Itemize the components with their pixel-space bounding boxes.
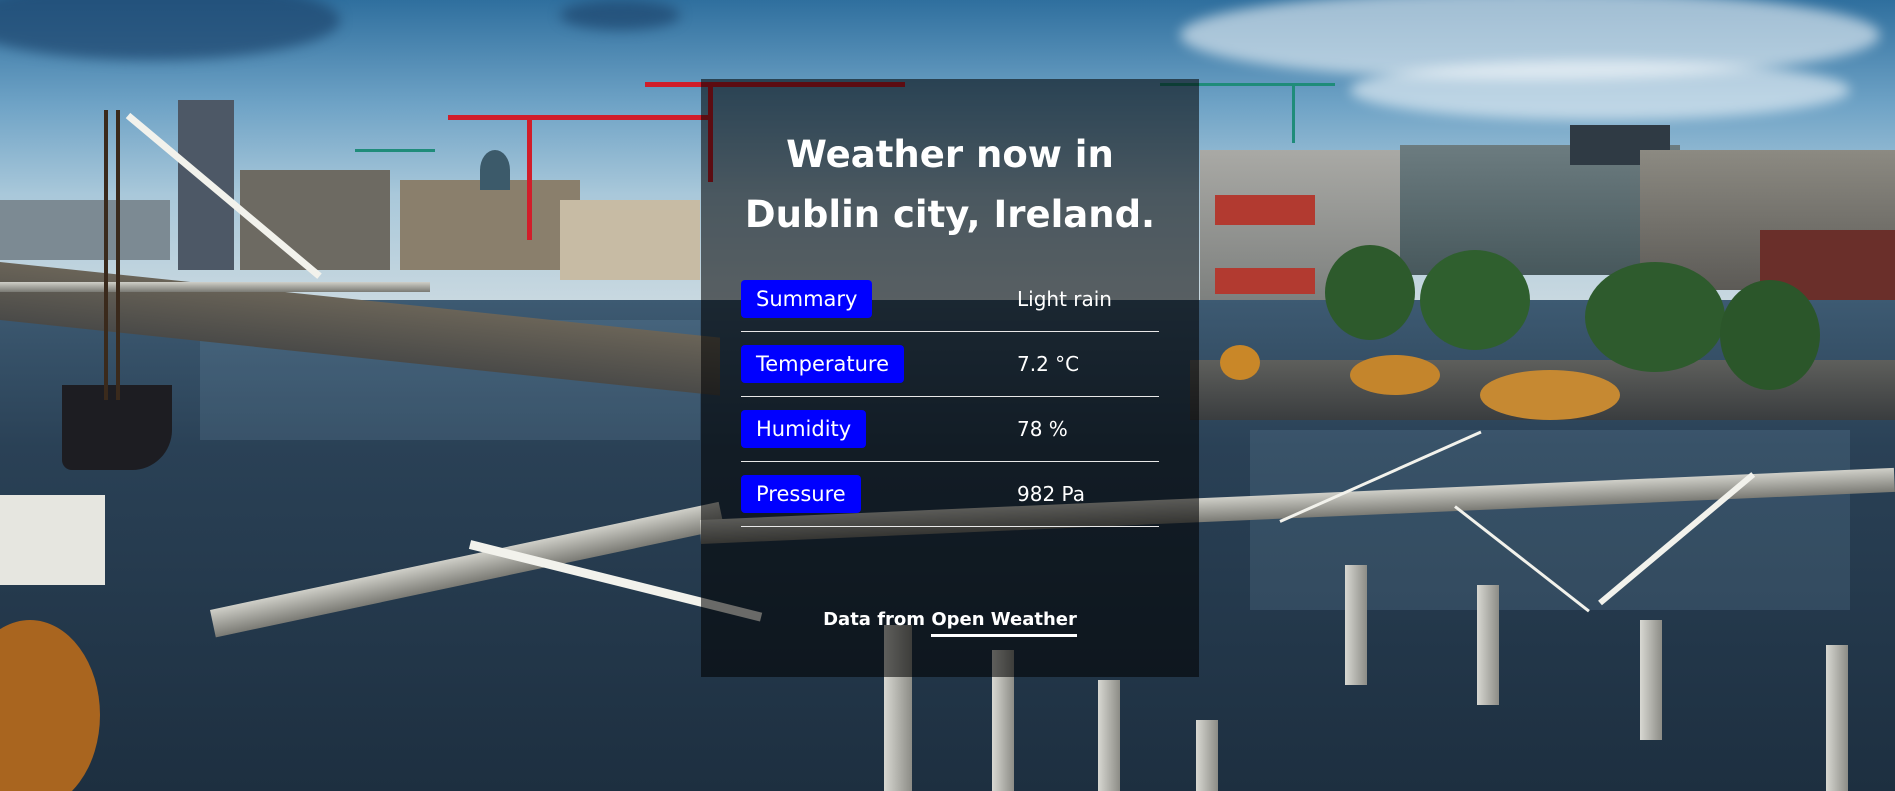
humidity-label: Humidity — [741, 410, 867, 448]
weather-table: Summary Light rain Temperature 7.2 °C Hu… — [741, 268, 1159, 527]
summary-value: Light rain — [1017, 287, 1112, 311]
open-weather-link[interactable]: Open Weather — [931, 609, 1077, 637]
building — [0, 200, 170, 260]
crane — [527, 115, 532, 240]
bridge-pier — [1640, 620, 1662, 740]
bridge-pier — [1345, 565, 1367, 685]
crane — [448, 115, 708, 120]
bridge-pier — [1196, 720, 1218, 791]
crane — [1292, 83, 1295, 143]
summary-label: Summary — [741, 280, 873, 318]
building — [560, 200, 700, 280]
title-line-2: Dublin city, Ireland. — [744, 193, 1156, 236]
weather-row-summary: Summary Light rain — [741, 268, 1159, 332]
tree — [1350, 355, 1440, 395]
data-source-prefix: Data from — [823, 609, 926, 630]
cloud — [560, 0, 680, 30]
pressure-value: 982 Pa — [1017, 482, 1085, 506]
bridge-pier — [1477, 585, 1499, 705]
temperature-value: 7.2 °C — [1017, 352, 1080, 376]
building — [1215, 268, 1315, 294]
tree — [1585, 262, 1725, 372]
data-source-footer: Data from Open Weather — [701, 609, 1199, 637]
ship — [116, 110, 120, 400]
cloud — [1350, 60, 1850, 120]
building — [480, 150, 510, 190]
bridge — [0, 282, 430, 292]
weather-row-temperature: Temperature 7.2 °C — [741, 333, 1159, 397]
weather-row-humidity: Humidity 78 % — [741, 398, 1159, 462]
building — [1215, 195, 1315, 225]
weather-row-pressure: Pressure 982 Pa — [741, 463, 1159, 527]
weather-panel: Weather now in Dublin city, Ireland. Sum… — [701, 79, 1199, 677]
building — [400, 180, 580, 270]
tree — [1420, 250, 1530, 350]
title-line-1: Weather now in — [786, 133, 1114, 176]
ship — [104, 110, 108, 400]
page-title: Weather now in Dublin city, Ireland. — [741, 125, 1159, 245]
tree — [1325, 245, 1415, 340]
bridge-pier — [1826, 645, 1848, 791]
humidity-value: 78 % — [1017, 417, 1068, 441]
tree — [1220, 345, 1260, 380]
building — [240, 170, 390, 270]
temperature-label: Temperature — [741, 345, 905, 383]
pressure-label: Pressure — [741, 475, 861, 513]
bridge-pier — [1098, 680, 1120, 791]
tree — [1720, 280, 1820, 390]
tree — [1480, 370, 1620, 420]
crane — [355, 149, 435, 152]
building — [0, 495, 105, 585]
